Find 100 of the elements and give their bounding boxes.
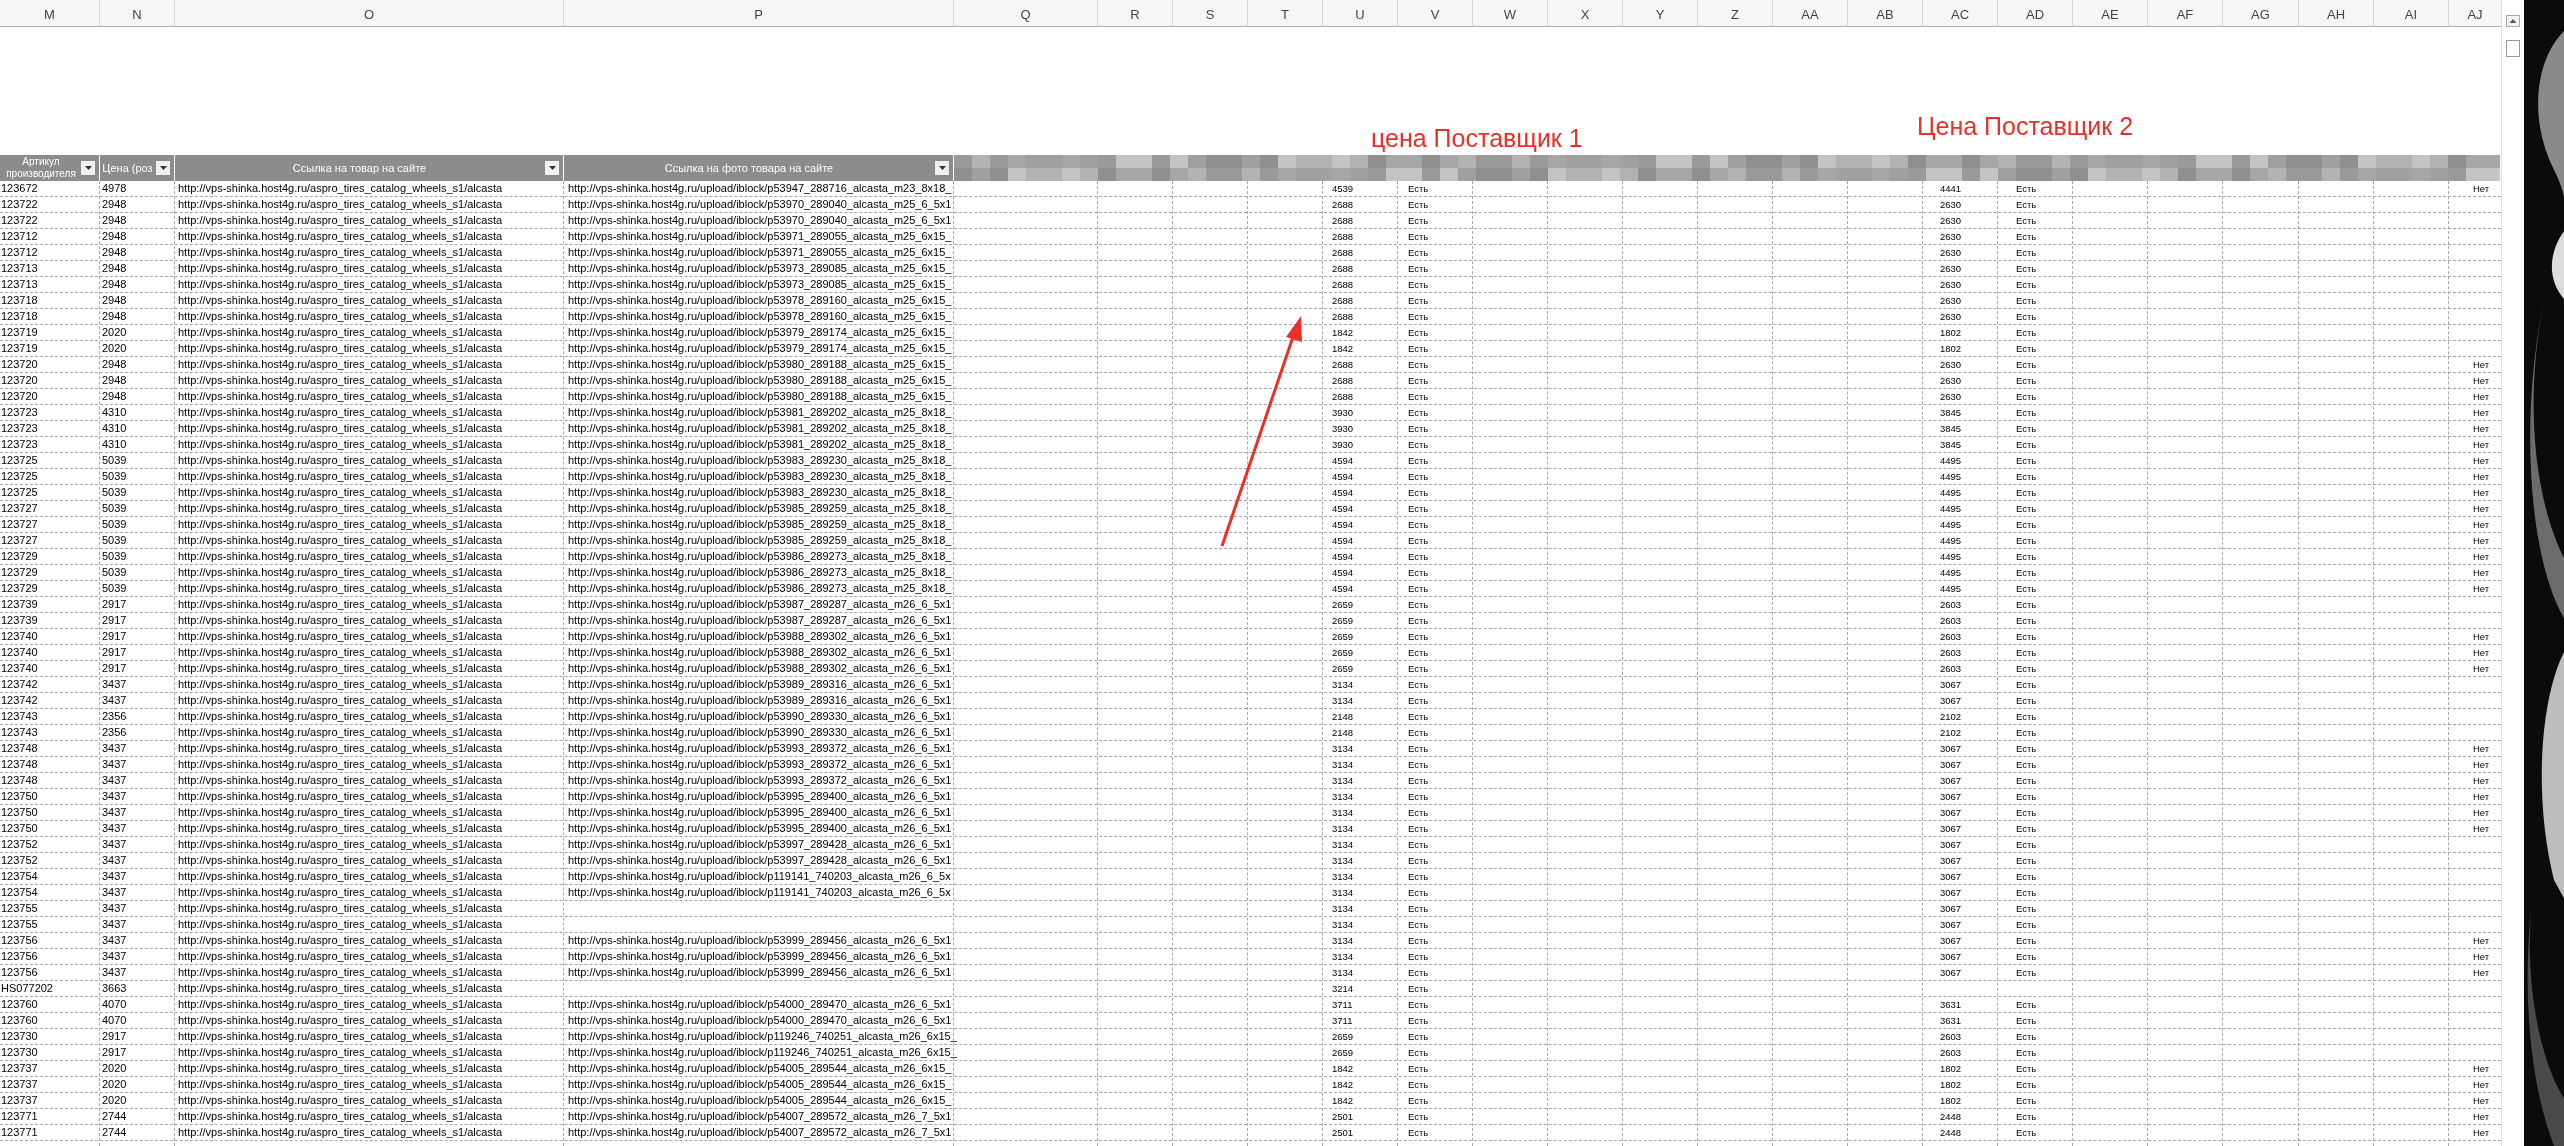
table-cell: 5039 <box>102 453 127 468</box>
table-cell: 5039 <box>102 549 127 564</box>
table-cell-text: 4495 <box>1940 486 1962 500</box>
column-letter-header[interactable]: Z <box>1698 0 1773 27</box>
table-cell: http://vps-shinka.host4g.ru/aspro_tires_catalog_wheels_s1/alcasta <box>178 661 503 676</box>
table-cell: http://vps-shinka.host4g.ru/aspro_tires_catalog_wheels_s1/alcasta <box>178 453 503 468</box>
table-cell: http://vps-shinka.host4g.ru/aspro_tires_catalog_wheels_s1/alcasta <box>178 405 503 420</box>
table-cell: http://vps-shinka.host4g.ru/upload/iblock/p54007_289572_alcasta_m26_7_5x1 <box>568 1125 952 1140</box>
table-cell-text: Есть <box>2016 1110 2037 1124</box>
table-cell: 4310 <box>102 437 127 452</box>
table-cell-text: Есть <box>2016 294 2037 308</box>
table-cell-text: 2688 <box>1332 374 1354 388</box>
table-cell-text: Есть <box>2016 1094 2037 1108</box>
table-cell-text: 4495 <box>1940 454 1962 468</box>
table-cell-text: Есть <box>2016 742 2037 756</box>
table-cell-text: Есть <box>1408 678 1429 692</box>
column-letter-header[interactable]: AC <box>1923 0 1998 27</box>
table-cell-text: 2659 <box>1332 646 1354 660</box>
table-cell: http://vps-shinka.host4g.ru/aspro_tires_catalog_wheels_s1/alcasta <box>178 357 503 372</box>
table-cell-text: Есть <box>2016 406 2037 420</box>
table-cell: 123748 <box>1 741 38 756</box>
column-letter-header[interactable]: V <box>1398 0 1473 27</box>
column-letter-header[interactable]: AG <box>2223 0 2299 27</box>
table-cell: http://vps-shinka.host4g.ru/aspro_tires_catalog_wheels_s1/alcasta <box>178 693 503 708</box>
column-letter-header[interactable]: P <box>564 0 954 27</box>
table-cell: http://vps-shinka.host4g.ru/aspro_tires_catalog_wheels_s1/alcasta <box>178 341 503 356</box>
table-cell: 123752 <box>1 837 38 852</box>
table-cell-text: 2630 <box>1940 374 1962 388</box>
table-cell-text: Есть <box>2016 886 2037 900</box>
scroll-thumb[interactable] <box>2506 40 2520 57</box>
column-letter-header[interactable]: W <box>1473 0 1548 27</box>
column-letter-header[interactable]: R <box>1098 0 1173 27</box>
column-letter-header[interactable]: AI <box>2374 0 2449 27</box>
table-cell-text: Есть <box>1408 742 1429 756</box>
table-cell-text: 2102 <box>1940 726 1962 740</box>
table-cell-text: 2688 <box>1332 390 1354 404</box>
table-cell-text: 3067 <box>1940 854 1962 868</box>
table-cell-text: 3930 <box>1332 422 1354 436</box>
table-cell: 123725 <box>1 485 38 500</box>
table-cell: http://vps-shinka.host4g.ru/aspro_tires_catalog_wheels_s1/alcasta <box>178 421 503 436</box>
table-cell: 123750 <box>1 805 38 820</box>
table-cell-text: Есть <box>2016 758 2037 772</box>
table-cell-text: 2659 <box>1332 598 1354 612</box>
column-letter-header[interactable]: X <box>1548 0 1623 27</box>
column-letter-header[interactable]: Y <box>1623 0 1698 27</box>
filter-button[interactable] <box>934 160 950 176</box>
column-letter-header[interactable]: AJ <box>2449 0 2502 27</box>
column-letter-header[interactable]: M <box>0 0 100 27</box>
column-letter-header[interactable]: AA <box>1773 0 1848 27</box>
column-letter-header[interactable]: T <box>1248 0 1323 27</box>
table-cell: 3437 <box>102 917 127 932</box>
table-cell: http://vps-shinka.host4g.ru/upload/iblock/p53990_289330_alcasta_m26_6_5x1 <box>568 725 952 740</box>
table-cell-text: 2659 <box>1332 1030 1354 1044</box>
filter-button[interactable] <box>155 160 171 176</box>
table-cell: http://vps-shinka.host4g.ru/upload/iblock/p119246_740251_alcasta_m26_6x15_ <box>568 1029 957 1044</box>
scroll-up-icon[interactable] <box>2506 15 2520 27</box>
table-cell-text: 2603 <box>1940 614 1962 628</box>
table-cell: http://vps-shinka.host4g.ru/upload/iblock/p53987_289287_alcasta_m26_6_5x1 <box>568 613 952 628</box>
table-cell-text: 3214 <box>1332 982 1354 996</box>
table-cell-text: 2630 <box>1940 246 1962 260</box>
table-cell-text: Есть <box>1408 838 1429 852</box>
column-letter-header[interactable]: Q <box>954 0 1098 27</box>
table-cell-text: 2630 <box>1940 262 1962 276</box>
table-cell: 5039 <box>102 581 127 596</box>
table-cell: 123742 <box>1 693 38 708</box>
table-cell: http://vps-shinka.host4g.ru/upload/iblock/p53979_289174_alcasta_m25_6x15_ <box>568 341 952 356</box>
table-cell: http://vps-shinka.host4g.ru/upload/iblock/p53986_289273_alcasta_m25_8x18_ <box>568 549 952 564</box>
table-cell-text: 2630 <box>1940 214 1962 228</box>
column-letter-header[interactable]: AE <box>2073 0 2148 27</box>
column-letter-header[interactable]: AB <box>1848 0 1923 27</box>
table-cell-text: Есть <box>1408 950 1429 964</box>
column-letter-header[interactable]: U <box>1323 0 1398 27</box>
table-cell-text: 1842 <box>1332 342 1354 356</box>
table-cell: 3437 <box>102 821 127 836</box>
table-cell-text: Есть <box>2016 662 2037 676</box>
filter-button[interactable] <box>80 160 96 176</box>
table-cell: http://vps-shinka.host4g.ru/aspro_tires_catalog_wheels_s1/alcasta <box>178 469 503 484</box>
table-cell-text: 2630 <box>1940 230 1962 244</box>
table-cell-text: Есть <box>1408 1078 1429 1092</box>
table-cell-text: Есть <box>2016 614 2037 628</box>
table-cell-text: Есть <box>1408 438 1429 452</box>
table-cell: http://vps-shinka.host4g.ru/aspro_tires_catalog_wheels_s1/alcasta <box>178 229 503 244</box>
column-letter-header[interactable]: S <box>1173 0 1248 27</box>
table-cell: http://vps-shinka.host4g.ru/upload/iblock/p53983_289230_alcasta_m25_8x18_ <box>568 469 952 484</box>
table-cell: http://vps-shinka.host4g.ru/aspro_tires_catalog_wheels_s1/alcasta <box>178 597 503 612</box>
table-cell: 123719 <box>1 341 38 356</box>
column-letter-header[interactable]: AF <box>2148 0 2223 27</box>
column-letter-header[interactable]: AH <box>2299 0 2374 27</box>
table-cell: http://vps-shinka.host4g.ru/aspro_tires_catalog_wheels_s1/alcasta <box>178 709 503 724</box>
table-cell: http://vps-shinka.host4g.ru/aspro_tires_catalog_wheels_s1/alcasta <box>178 949 503 964</box>
filter-button[interactable] <box>544 160 560 176</box>
column-letter-header[interactable]: AD <box>1998 0 2073 27</box>
table-cell-text: 3134 <box>1332 838 1354 852</box>
column-letter-header[interactable]: N <box>100 0 175 27</box>
table-cell: 123718 <box>1 293 38 308</box>
table-cell: http://vps-shinka.host4g.ru/aspro_tires_catalog_wheels_s1/alcasta <box>178 213 503 228</box>
table-cell-text: 3631 <box>1940 1014 1962 1028</box>
table-cell-text: Нет <box>2473 758 2490 772</box>
table-cell-text: 1802 <box>1940 326 1962 340</box>
column-letter-header[interactable]: O <box>175 0 564 27</box>
